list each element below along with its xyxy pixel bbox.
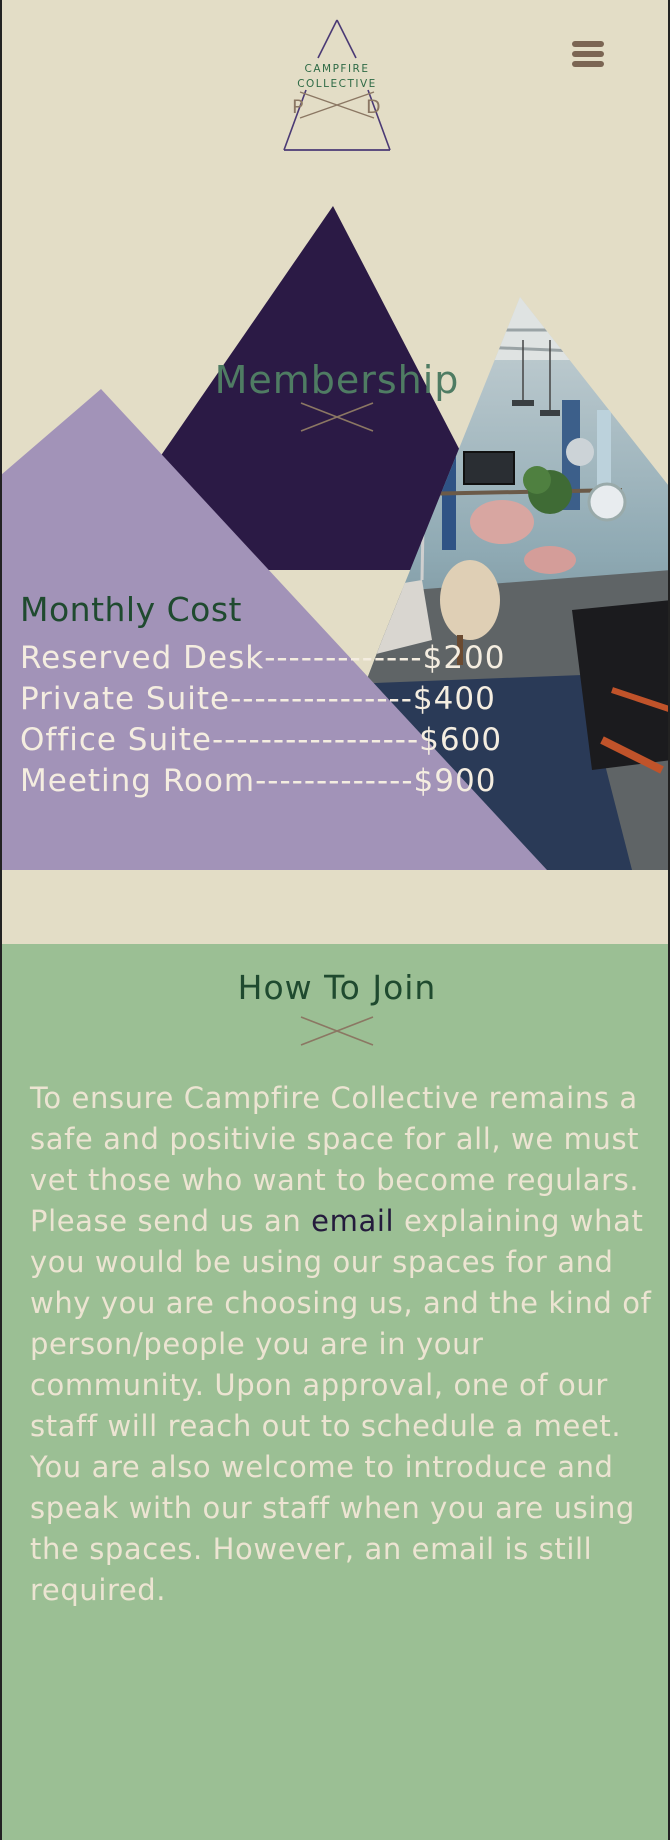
hamburger-menu-icon[interactable]	[568, 38, 608, 70]
monthly-cost-heading: Monthly Cost	[20, 590, 242, 629]
price-row-meeting-room: Meeting Room-------------$900	[20, 763, 496, 799]
price-dashes: ---------------	[230, 681, 413, 717]
price-dashes: -------------	[255, 763, 414, 799]
header: CAMPFIRE COLLECTIVE P D	[2, 0, 668, 170]
membership-section: Membership Monthly Cost Reserved Desk---…	[2, 170, 668, 870]
price-label: Reserved Desk	[20, 640, 265, 676]
how-to-join-title: How To Join	[237, 968, 437, 1007]
menu-bar	[572, 61, 604, 67]
cross-divider-icon	[300, 402, 374, 432]
membership-title: Membership	[214, 358, 460, 402]
brand-initial-right: D	[366, 96, 381, 118]
price-row-reserved-desk: Reserved Desk-------------$200	[20, 640, 506, 676]
menu-bar	[572, 41, 604, 47]
price-value: $900	[413, 763, 497, 799]
triangle-logo-icon[interactable]: CAMPFIRE COLLECTIVE P D	[278, 18, 396, 152]
price-dashes: -----------------	[211, 722, 420, 758]
page: CAMPFIRE COLLECTIVE P D Membership Month…	[0, 0, 670, 1840]
cross-divider-icon	[300, 1016, 374, 1046]
brand-initial-left: P	[292, 96, 304, 118]
price-row-private-suite: Private Suite---------------$400	[20, 681, 496, 717]
price-row-office-suite: Office Suite-----------------$600	[20, 722, 502, 758]
price-label: Office Suite	[20, 722, 212, 758]
price-value: $400	[412, 681, 496, 717]
how-to-join-paragraph: To ensure Campfire Collective remains a …	[30, 1078, 652, 1611]
price-label: Private Suite	[20, 681, 231, 717]
email-link[interactable]: email	[311, 1204, 394, 1238]
menu-bar	[572, 51, 604, 57]
brand-name-line1: CAMPFIRE	[304, 63, 370, 75]
brand-name-line2: COLLECTIVE	[297, 78, 377, 90]
price-label: Meeting Room	[20, 763, 256, 799]
price-value: $200	[422, 640, 506, 676]
price-dashes: -------------	[264, 640, 423, 676]
join-text-after-link: explaining what you would be using our s…	[30, 1204, 652, 1607]
price-value: $600	[419, 722, 503, 758]
how-to-join-section: How To Join To ensure Campfire Collectiv…	[2, 944, 668, 1840]
